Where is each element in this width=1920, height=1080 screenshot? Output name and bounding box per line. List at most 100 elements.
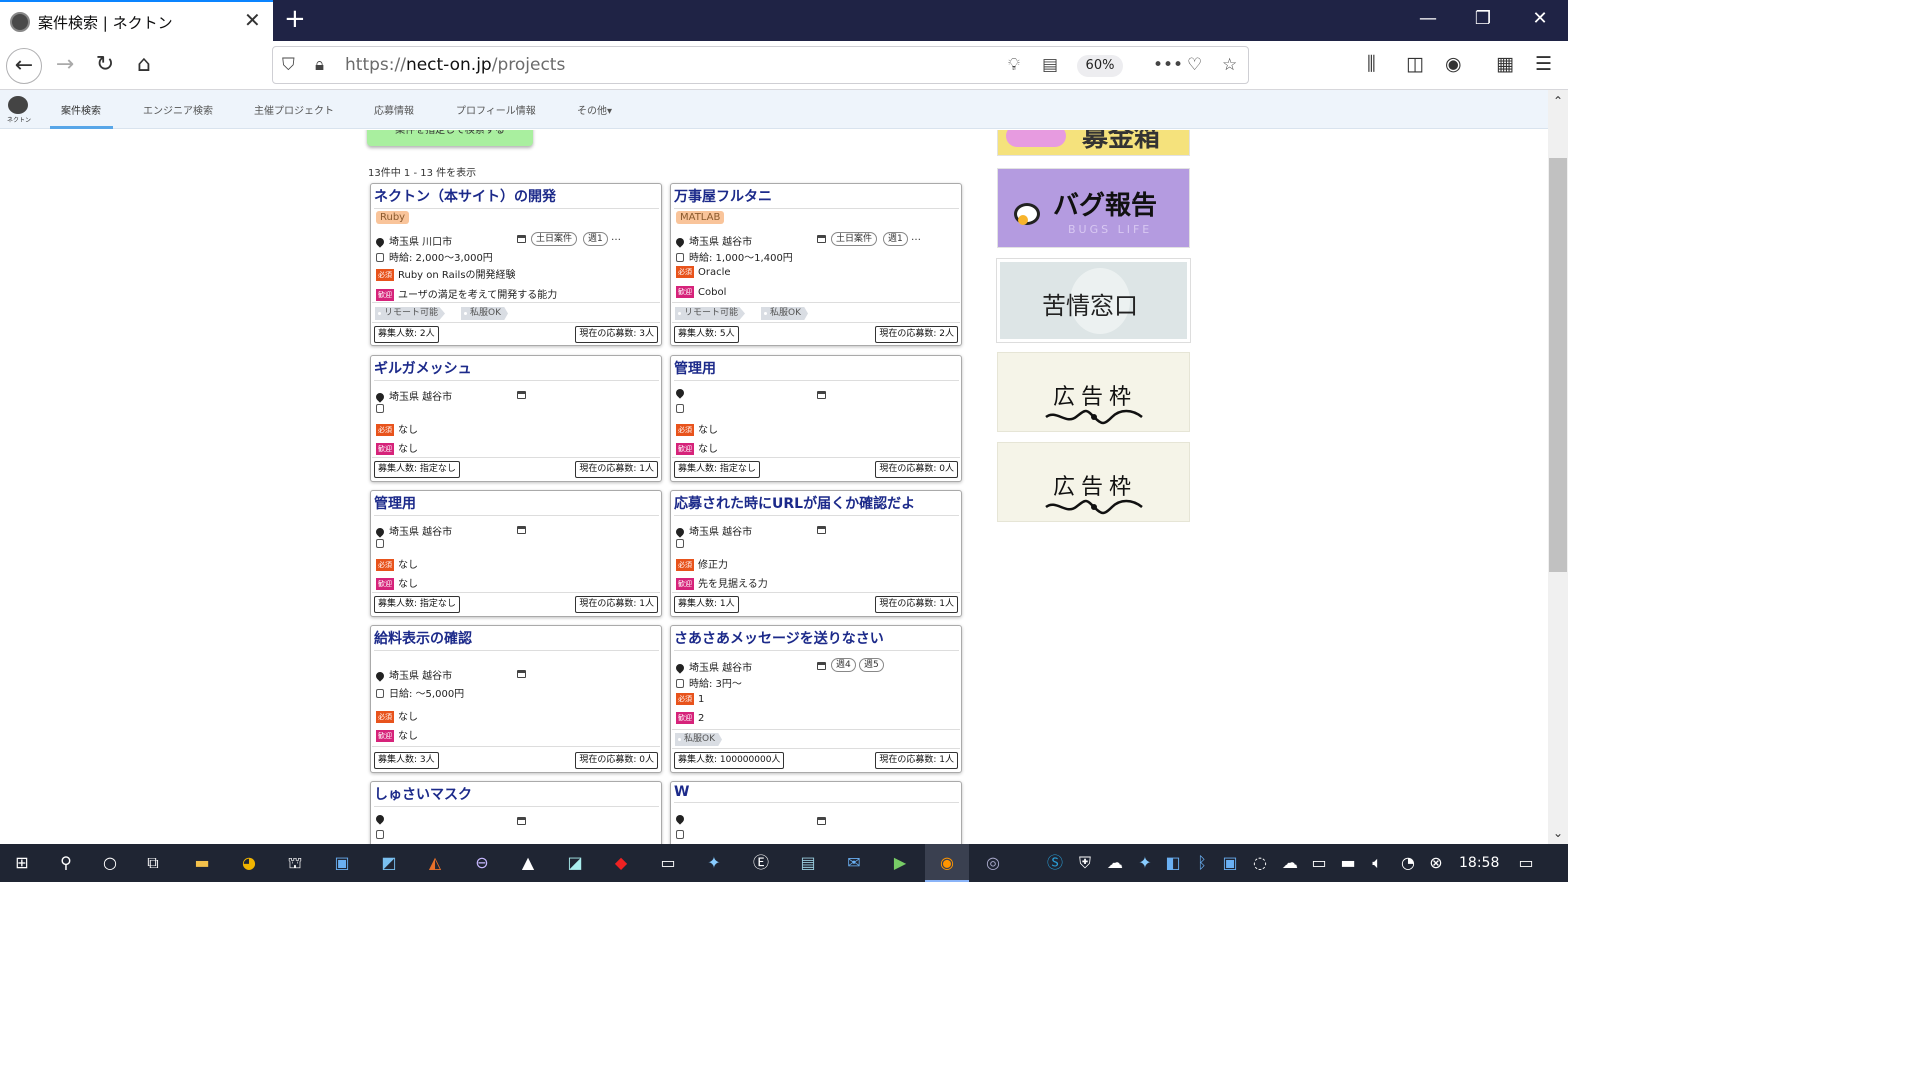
nav-project-search[interactable]: 案件検索 (61, 102, 101, 117)
nav-engineer-search[interactable]: エンジニア検索 (143, 102, 213, 117)
action-center-icon[interactable]: ▭ (1516, 853, 1536, 873)
project-title[interactable]: しゅさいマスク (374, 784, 659, 807)
app-icon[interactable]: ◩ (379, 853, 399, 873)
new-tab-button[interactable]: + (284, 5, 306, 33)
search-icon[interactable]: ⚲ (56, 853, 76, 873)
project-title[interactable]: 万事屋フルタニ (674, 186, 959, 209)
project-card[interactable]: W (670, 781, 962, 844)
donation-banner[interactable]: 募金箱 (997, 130, 1190, 156)
project-title[interactable]: さあさあメッセージを送りなさい (674, 628, 959, 651)
forward-arrow-icon[interactable]: → (47, 48, 83, 84)
project-card[interactable]: ネクトン（本サイト）の開発 Ruby 埼玉県 川口市 土日案件 週1 … 時給:… (370, 183, 662, 346)
project-card[interactable]: さあさあメッセージを送りなさい 埼玉県 越谷市 週4 週5 時給: 3円〜 必須… (670, 625, 962, 773)
pocket-icon[interactable]: ♡ (1187, 55, 1202, 75)
tray-app-icon[interactable]: ▣ (1220, 853, 1240, 873)
project-title[interactable]: ネクトン（本サイト）の開発 (374, 186, 659, 209)
complaint-banner[interactable]: 苦情窓口 (996, 258, 1191, 343)
hamburger-menu-icon[interactable]: ☰ (1535, 51, 1552, 77)
matlab-icon[interactable]: ◭ (425, 853, 445, 873)
system-clock[interactable]: 18:58 (1459, 855, 1499, 871)
bug-report-banner[interactable]: バグ報告 BUGS LIFE (997, 168, 1190, 248)
account-icon[interactable]: ◉ (1445, 51, 1462, 77)
nav-applications[interactable]: 応募情報 (374, 102, 414, 117)
address-bar[interactable]: ⛉ 🔒︎ https://nect-on.jp/projects 💡︎ ▤ 60… (272, 46, 1249, 84)
ad-slot-banner[interactable]: 広告枠 (997, 352, 1190, 432)
firefox-icon[interactable]: ◉ (937, 853, 957, 873)
cortana-icon[interactable]: ○ (100, 853, 120, 873)
project-card[interactable]: 管理用 埼玉県 越谷市 必須 なし 歓迎 なし 募集人数: 指定なし 現在の応募数:… (370, 490, 662, 617)
chrome-icon[interactable]: ◕ (239, 853, 259, 873)
project-card[interactable]: 応募された時にURLが届くか確認だよ 埼玉県 越谷市 必須 修正力 歓迎 先を見据え… (670, 490, 962, 617)
tray-app-icon[interactable]: ✦ (1135, 853, 1155, 873)
app-icon[interactable]: ⊖ (472, 853, 492, 873)
bookmark-star-icon[interactable]: ☆ (1222, 55, 1237, 75)
volume-icon[interactable]: 🔈︎ (1367, 853, 1387, 873)
project-card[interactable]: 給料表示の確認 埼玉県 越谷市 日給: 〜5,000円 必須 なし 歓迎 なし 募集… (370, 625, 662, 773)
project-title[interactable]: 給料表示の確認 (374, 628, 659, 651)
app-icon[interactable]: Ⓔ (751, 853, 771, 873)
project-title[interactable]: 管理用 (374, 493, 659, 516)
location-pin-icon (674, 387, 686, 399)
ad-slot-banner[interactable]: 広告枠 (997, 442, 1190, 522)
project-card[interactable]: しゅさいマスク (370, 781, 662, 844)
lock-icon[interactable]: 🔒︎ (315, 55, 324, 75)
skype-icon[interactable]: Ⓢ (1045, 853, 1065, 873)
minimize-window-icon[interactable]: — (1413, 8, 1443, 30)
nav-other-dropdown[interactable]: その他▾ (577, 102, 612, 117)
app-icon[interactable]: ✦ (704, 853, 724, 873)
project-title[interactable]: ギルガメッシュ (374, 358, 659, 381)
mail-icon[interactable]: ✉ (844, 853, 864, 873)
sidebar-toggle-icon[interactable]: ◫ (1406, 51, 1424, 77)
app-icon[interactable]: ▣ (332, 853, 352, 873)
scrollbar-thumb[interactable] (1549, 158, 1567, 572)
project-card[interactable]: ギルガメッシュ 埼玉県 越谷市 必須 なし 歓迎 なし 募集人数: 指定なし 現在の… (370, 355, 662, 482)
back-arrow-icon[interactable]: ← (6, 48, 42, 84)
search-by-condition-button[interactable]: 案件を指定して検索する (367, 130, 533, 146)
reload-icon[interactable]: ↻ (87, 48, 123, 84)
tray-app-icon[interactable]: ◌ (1250, 853, 1270, 873)
app-icon[interactable]: ◪ (565, 853, 585, 873)
wifi-icon[interactable]: ◔ (1398, 853, 1418, 873)
terminal-icon[interactable]: ▭ (658, 853, 678, 873)
zoom-level-badge[interactable]: 60% (1077, 55, 1123, 77)
onedrive-icon[interactable]: ☁ (1105, 853, 1125, 873)
app-icon[interactable]: ◆ (611, 853, 631, 873)
more-actions-icon[interactable]: ••• (1153, 55, 1183, 75)
reader-view-icon[interactable]: ▤ (1042, 55, 1058, 75)
project-card[interactable]: 管理用 必須 なし 歓迎 なし 募集人数: 指定なし 現在の応募数: 0人 (670, 355, 962, 482)
project-title[interactable]: 管理用 (674, 358, 959, 381)
site-logo[interactable]: ネクトン (6, 96, 31, 124)
task-view-icon[interactable]: ⧉ (143, 853, 163, 873)
restore-window-icon[interactable]: ❐ (1468, 8, 1498, 30)
project-card[interactable]: 万事屋フルタニ MATLAB 埼玉県 越谷市 土日案件 週1 … 時給: 1,0… (670, 183, 962, 346)
network-icon[interactable]: ▭ (1309, 853, 1329, 873)
nav-hosted-projects[interactable]: 主催プロジェクト (254, 102, 334, 117)
home-icon[interactable]: ⌂ (126, 48, 162, 84)
file-explorer-icon[interactable]: ▬ (192, 853, 212, 873)
library-icon[interactable]: ⫼ (1367, 51, 1376, 77)
lightbulb-icon[interactable]: 💡︎ (1008, 55, 1020, 75)
tracking-shield-icon[interactable]: ⛉ (282, 55, 295, 75)
app-icon[interactable]: ▶ (890, 853, 910, 873)
close-tab-icon[interactable]: ✕ (244, 10, 261, 30)
tray-cloud-icon[interactable]: ☁ (1280, 853, 1300, 873)
security-shield-icon[interactable]: ⛨ (1075, 853, 1095, 873)
scroll-up-icon[interactable]: ⌃ (1553, 94, 1563, 108)
notification-off-icon[interactable]: ⊗ (1426, 853, 1446, 873)
browser-tab-active[interactable]: 案件検索 | ネクトン ✕ (0, 0, 273, 41)
windows-start-icon[interactable]: ⊞ (12, 853, 32, 873)
app-icon[interactable]: ▤ (798, 853, 818, 873)
close-window-icon[interactable]: ✕ (1525, 8, 1555, 30)
app-icon[interactable]: ◎ (983, 853, 1003, 873)
app-icon[interactable]: ▲ (518, 853, 538, 873)
store-icon[interactable]: ⛫ (285, 853, 305, 873)
battery-icon[interactable]: ▬ (1338, 853, 1358, 873)
project-title[interactable]: 応募された時にURLが届くか確認だよ (674, 493, 959, 516)
tray-app-icon[interactable]: ◧ (1163, 853, 1183, 873)
project-title[interactable]: W (674, 784, 959, 803)
extensions-gift-icon[interactable]: ▦ (1496, 51, 1514, 77)
url-text[interactable]: https://nect-on.jp/projects (345, 55, 565, 75)
nav-profile[interactable]: プロフィール情報 (456, 102, 536, 117)
scroll-down-icon[interactable]: ⌄ (1553, 826, 1563, 840)
bluetooth-icon[interactable]: ᛒ (1192, 853, 1212, 873)
